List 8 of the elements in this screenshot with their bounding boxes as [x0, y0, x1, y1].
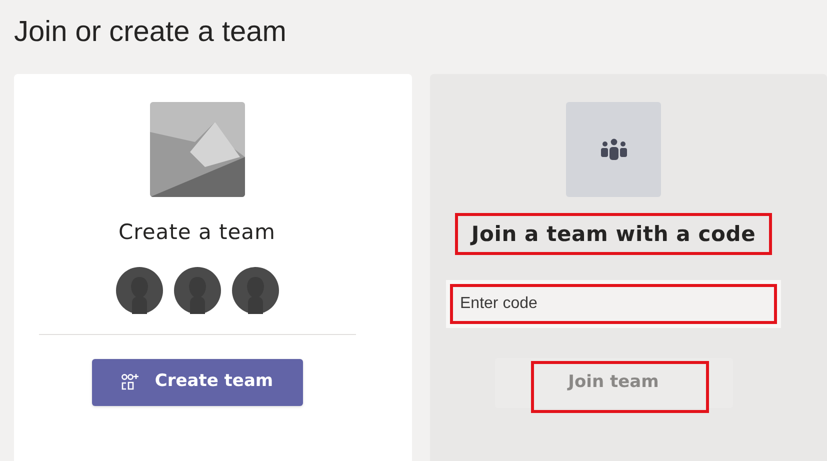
avatar-icon	[232, 266, 278, 314]
add-team-icon	[120, 373, 141, 391]
avatar-icon	[174, 266, 220, 314]
card-heading: Create a team	[118, 219, 276, 246]
create-team-button[interactable]: Create team	[92, 358, 302, 406]
page-title: Join or create a team	[14, 15, 288, 50]
avatar-icon	[116, 266, 162, 314]
card-heading: Join a team with a code	[471, 221, 756, 248]
